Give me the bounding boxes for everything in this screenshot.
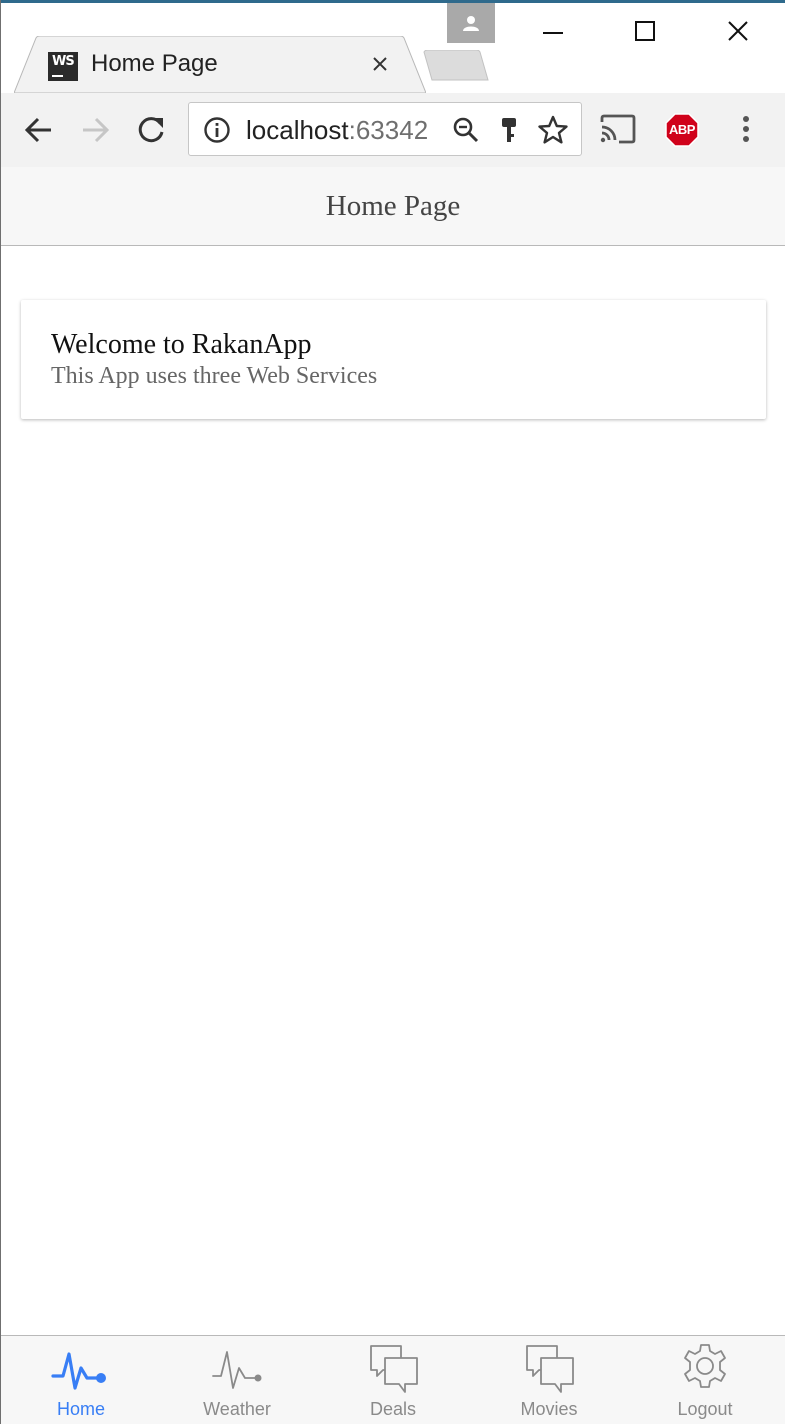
minimize-icon: [543, 32, 563, 34]
profile-button[interactable]: [447, 3, 495, 43]
pulse-icon: [51, 1352, 106, 1390]
window-border: [0, 0, 1, 1424]
tab-movies-label: Movies: [520, 1399, 578, 1419]
chatboxes-icon: [526, 1345, 574, 1393]
tab-title: Home Page: [91, 50, 218, 77]
minimize-button[interactable]: [530, 8, 576, 54]
tab-close-button[interactable]: [368, 52, 392, 76]
more-vert-icon: [743, 116, 749, 142]
key-icon[interactable]: [498, 116, 520, 144]
browser-chrome: WS Home Page localhost:63342 ABP: [0, 0, 785, 167]
page-title: Home Page: [325, 189, 461, 222]
settings-icon: [684, 1344, 726, 1388]
adblock-label: ABP: [669, 122, 695, 137]
zoom-out-icon[interactable]: [452, 116, 480, 144]
browser-toolbar: localhost:63342 ABP: [0, 93, 785, 167]
tab-logout-label: Logout: [677, 1399, 733, 1419]
star-icon[interactable]: [538, 115, 568, 145]
reload-button[interactable]: [134, 114, 168, 146]
bottom-tab-bar: Home Weather Deals Movies Logout: [1, 1335, 785, 1424]
browser-titlebar: WS Home Page: [0, 0, 785, 93]
reload-icon: [138, 117, 164, 143]
tab-logout[interactable]: Logout: [627, 1336, 783, 1424]
forward-button[interactable]: [78, 115, 112, 145]
address-bar[interactable]: localhost:63342: [188, 102, 582, 156]
cast-button[interactable]: [598, 113, 638, 145]
url-text[interactable]: localhost:63342: [246, 115, 428, 146]
maximize-button[interactable]: [622, 8, 668, 54]
close-icon: [728, 21, 748, 41]
tab-weather[interactable]: Weather: [159, 1336, 315, 1424]
app-content: Welcome to RakanApp This App uses three …: [1, 246, 785, 1335]
card-subtitle: This App uses three Web Services: [51, 363, 378, 389]
tab-movies[interactable]: Movies: [471, 1336, 627, 1424]
chatboxes-icon: [370, 1345, 418, 1393]
tab-home-label: Home: [56, 1399, 105, 1419]
webstorm-favicon-icon: WS: [48, 52, 78, 81]
cast-icon: [600, 114, 636, 144]
card-title: Welcome to RakanApp: [51, 329, 312, 360]
tab-deals[interactable]: Deals: [315, 1336, 471, 1424]
close-icon: [373, 57, 387, 71]
close-window-button[interactable]: [715, 8, 761, 54]
browser-tab-active[interactable]: WS Home Page: [14, 36, 426, 93]
maximize-icon: [635, 21, 655, 41]
new-tab-button[interactable]: [420, 50, 490, 82]
tab-weather-label: Weather: [203, 1399, 271, 1419]
info-icon[interactable]: [203, 116, 231, 144]
adblock-plus-button[interactable]: ABP: [665, 113, 699, 147]
welcome-card: Welcome to RakanApp This App uses three …: [21, 300, 766, 419]
app-header: Home Page: [1, 167, 785, 246]
arrow-right-icon: [83, 117, 110, 143]
tab-deals-label: Deals: [369, 1399, 417, 1419]
tab-home[interactable]: Home: [3, 1336, 159, 1424]
person-icon: [463, 16, 479, 31]
back-button[interactable]: [22, 115, 56, 145]
arrow-left-icon: [24, 117, 51, 143]
browser-menu-button[interactable]: [734, 113, 758, 145]
pulse-icon: [212, 1351, 262, 1389]
